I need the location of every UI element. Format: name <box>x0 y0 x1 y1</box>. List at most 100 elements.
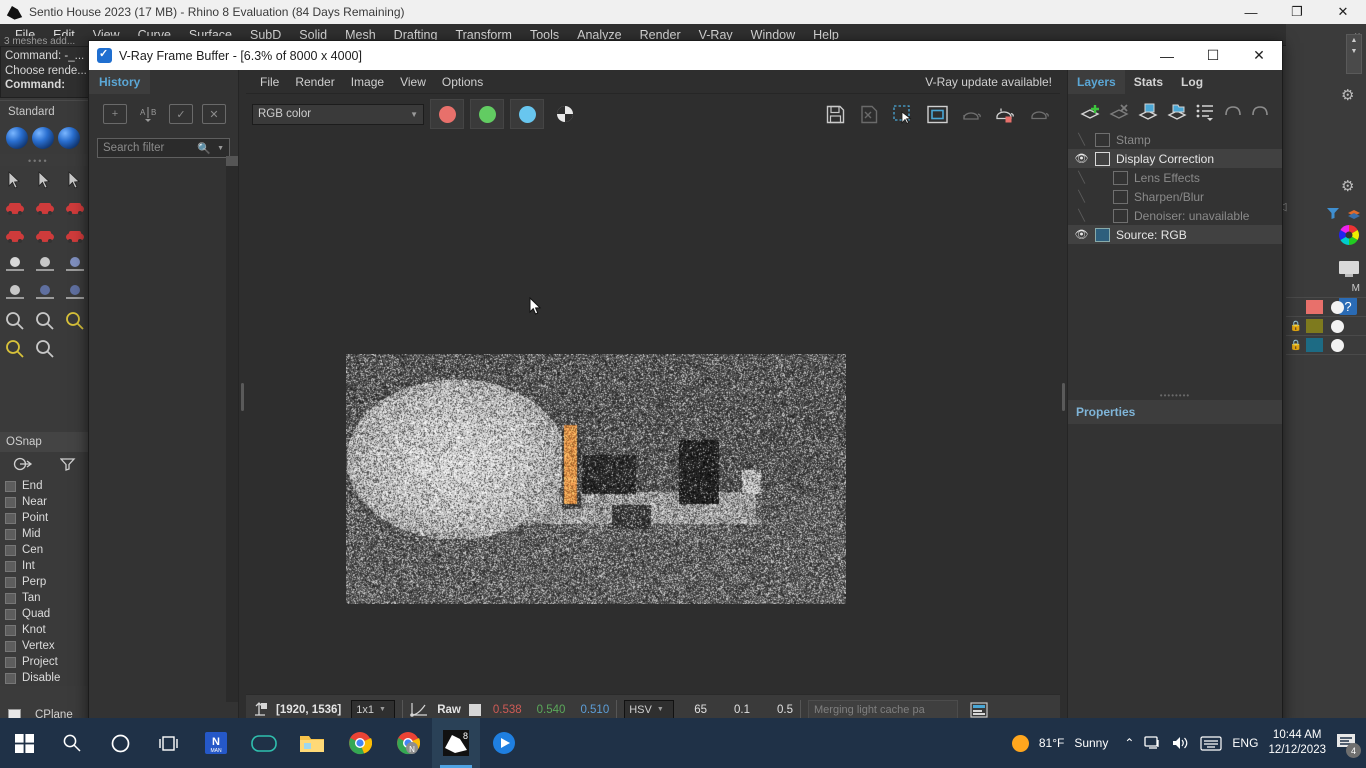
gear-icon[interactable] <box>1341 179 1356 194</box>
color-wheel-icon[interactable] <box>1338 224 1362 254</box>
osnap-item-perp[interactable]: Perp <box>0 574 90 590</box>
checkbox[interactable] <box>5 641 16 652</box>
gear-icon[interactable] <box>1341 88 1356 103</box>
checkbox[interactable] <box>5 577 16 588</box>
plane-top-icon[interactable] <box>33 253 59 277</box>
history-scroll-thumb[interactable] <box>226 156 238 166</box>
axis-icon[interactable] <box>3 281 29 305</box>
color-mode-select[interactable]: HSV ▼ <box>624 700 674 719</box>
vfb-menu-options[interactable]: Options <box>434 72 491 92</box>
checkbox[interactable] <box>5 481 16 492</box>
layer-row[interactable]: ╲ Lens Effects <box>1068 168 1282 187</box>
zoom-target-icon[interactable] <box>3 337 29 361</box>
keyboard-icon[interactable] <box>1200 736 1222 751</box>
rhino-layer-row[interactable]: 🔒 <box>1286 317 1366 336</box>
zoom-window-icon[interactable] <box>3 309 29 333</box>
load-layer-icon[interactable] <box>1167 102 1189 122</box>
eye-hidden-icon[interactable]: ╲ <box>1074 133 1089 146</box>
layer-color-swatch[interactable] <box>1306 319 1323 333</box>
zoom-extents-icon[interactable] <box>63 309 89 333</box>
vfb-close-button[interactable]: ✕ <box>1236 41 1282 70</box>
layer-row[interactable]: ╲ Stamp <box>1068 130 1282 149</box>
alpha-channel-button[interactable] <box>550 100 580 128</box>
checkbox[interactable] <box>5 673 16 684</box>
eye-hidden-icon[interactable]: ╲ <box>1074 171 1089 184</box>
sphere-shade-icon[interactable] <box>3 253 29 277</box>
eye-hidden-icon[interactable]: ╲ <box>1074 209 1089 222</box>
vfb-maximize-button[interactable]: ☐ <box>1190 41 1236 70</box>
osnap-item-disable[interactable]: Disable <box>0 670 90 686</box>
weather-description[interactable]: Sunny <box>1074 736 1108 750</box>
osnap-item-tan[interactable]: Tan <box>0 590 90 606</box>
rhino-layer-row[interactable]: 🔒 <box>1286 336 1366 355</box>
red-channel-button[interactable] <box>430 99 464 129</box>
osnap-filter-icon[interactable] <box>45 452 90 476</box>
osnap-item-vertex[interactable]: Vertex <box>0 638 90 654</box>
checkbox[interactable] <box>5 545 16 556</box>
notification-center-icon[interactable]: 4 <box>1336 732 1358 754</box>
cortana-icon[interactable] <box>96 718 144 768</box>
eye-visible-icon[interactable]: 👁 <box>1074 152 1089 165</box>
osnap-item-int[interactable]: Int <box>0 558 90 574</box>
layer-color-swatch[interactable] <box>1306 338 1323 352</box>
undo-icon[interactable] <box>1223 103 1243 121</box>
rendered-image[interactable] <box>346 354 846 604</box>
weather-temperature[interactable]: 81°F <box>1039 736 1064 750</box>
vfb-minimize-button[interactable]: — <box>1144 41 1190 70</box>
checkbox[interactable] <box>5 561 16 572</box>
plane-front-icon[interactable] <box>63 253 89 277</box>
plane-perspective-icon[interactable] <box>33 281 59 305</box>
osnap-item-point[interactable]: Point <box>0 510 90 526</box>
rhino-minimize-button[interactable]: — <box>1228 0 1274 24</box>
render-region-icon[interactable] <box>990 100 1020 128</box>
save-layer-icon[interactable] <box>1138 102 1160 122</box>
osnap-item-near[interactable]: Near <box>0 494 90 510</box>
chrome-n-icon[interactable]: N <box>384 718 432 768</box>
osnap-item-mid[interactable]: Mid <box>0 526 90 542</box>
tray-expand-icon[interactable]: ⌃ <box>1124 736 1134 750</box>
checkbox[interactable] <box>5 513 16 524</box>
search-icon[interactable] <box>48 718 96 768</box>
layer-row[interactable]: ╲ Sharpen/Blur <box>1068 187 1282 206</box>
remove-layer-icon[interactable] <box>1109 102 1131 122</box>
taskbar-app-n[interactable]: N MAN <box>192 718 240 768</box>
rhino-layer-row[interactable] <box>1286 298 1366 317</box>
chrome-icon[interactable] <box>336 718 384 768</box>
osnap-item-knot[interactable]: Knot <box>0 622 90 638</box>
checkbox[interactable] <box>5 497 16 508</box>
tab-stats[interactable]: Stats <box>1125 70 1172 94</box>
rotate-view-icon[interactable] <box>33 337 59 361</box>
layer-menu-icon[interactable] <box>1196 102 1216 122</box>
green-channel-button[interactable] <box>470 99 504 129</box>
clock[interactable]: 10:44 AM 12/12/2023 <box>1268 728 1326 758</box>
layer-color-swatch[interactable] <box>1306 300 1323 314</box>
save-image-icon[interactable] <box>820 100 850 128</box>
layer-material-dot[interactable] <box>1331 301 1344 314</box>
tab-log[interactable]: Log <box>1172 70 1212 94</box>
language-indicator[interactable]: ENG <box>1232 736 1258 750</box>
checkbox[interactable] <box>5 625 16 636</box>
channel-select[interactable]: RGB color ▼ <box>252 104 424 125</box>
osnap-item-end[interactable]: End <box>0 478 90 494</box>
right-splitter[interactable] <box>1060 70 1067 724</box>
checkbox[interactable] <box>5 609 16 620</box>
redo-icon[interactable] <box>1250 103 1270 121</box>
rhino-taskbar-icon[interactable]: 8 <box>432 718 480 768</box>
vray-update-notice[interactable]: V-Ray update available! <box>917 72 1060 92</box>
checkbox[interactable] <box>5 657 16 668</box>
start-button[interactable] <box>0 718 48 768</box>
history-search-box[interactable]: Search filter 🔍 ▼ <box>97 138 230 158</box>
vfb-menu-view[interactable]: View <box>392 72 434 92</box>
rotate-icon[interactable] <box>63 169 89 193</box>
checkbox[interactable] <box>5 593 16 604</box>
sphere-icon[interactable] <box>32 127 54 149</box>
plane-side-icon[interactable] <box>63 281 89 305</box>
panel-spinner[interactable]: ▲ ▼ <box>1346 34 1362 74</box>
search-icon[interactable]: 🔍 <box>197 142 211 155</box>
layer-stack-icon[interactable] <box>1346 206 1362 220</box>
history-tab[interactable]: History <box>89 70 238 94</box>
vfb-menu-image[interactable]: Image <box>343 72 392 92</box>
history-apply-icon[interactable]: ✓ <box>169 104 193 124</box>
player-icon[interactable] <box>480 718 528 768</box>
history-compare-icon[interactable]: AB <box>136 104 160 124</box>
